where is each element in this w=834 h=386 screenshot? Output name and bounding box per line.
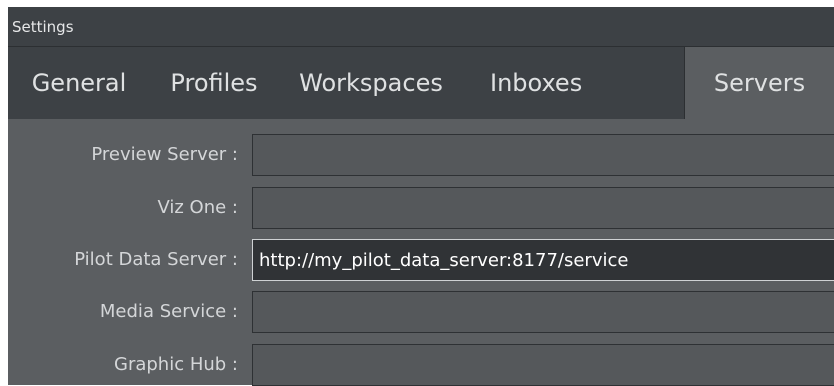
settings-window: Settings General Profiles Workspaces Inb… <box>8 7 834 386</box>
media-service-input[interactable] <box>252 291 834 333</box>
tab-profiles[interactable]: Profiles <box>150 47 278 119</box>
viz-one-row: Viz One : <box>8 187 834 229</box>
tab-general[interactable]: General <box>8 47 150 119</box>
pilot-data-server-input[interactable] <box>252 239 834 281</box>
pilot-data-server-label: Pilot Data Server : <box>74 249 238 270</box>
tab-servers[interactable]: Servers <box>684 47 834 119</box>
window-title: Settings <box>12 17 74 36</box>
graphic-hub-row: Graphic Hub : <box>8 344 834 386</box>
preview-server-row: Preview Server : <box>8 134 834 176</box>
media-service-row: Media Service : <box>8 291 834 333</box>
pilot-data-server-row: Pilot Data Server : <box>8 239 834 281</box>
tab-inboxes[interactable]: Inboxes <box>464 47 684 119</box>
preview-server-input[interactable] <box>252 134 834 176</box>
preview-server-label: Preview Server : <box>91 144 238 165</box>
title-bar: Settings <box>8 7 834 47</box>
media-service-label: Media Service : <box>99 301 238 322</box>
graphic-hub-input[interactable] <box>252 344 834 386</box>
tab-bar: General Profiles Workspaces Inboxes Serv… <box>8 47 834 119</box>
graphic-hub-label: Graphic Hub : <box>114 354 238 375</box>
tab-workspaces[interactable]: Workspaces <box>278 47 464 119</box>
viz-one-label: Viz One : <box>157 197 238 218</box>
viz-one-input[interactable] <box>252 187 834 229</box>
